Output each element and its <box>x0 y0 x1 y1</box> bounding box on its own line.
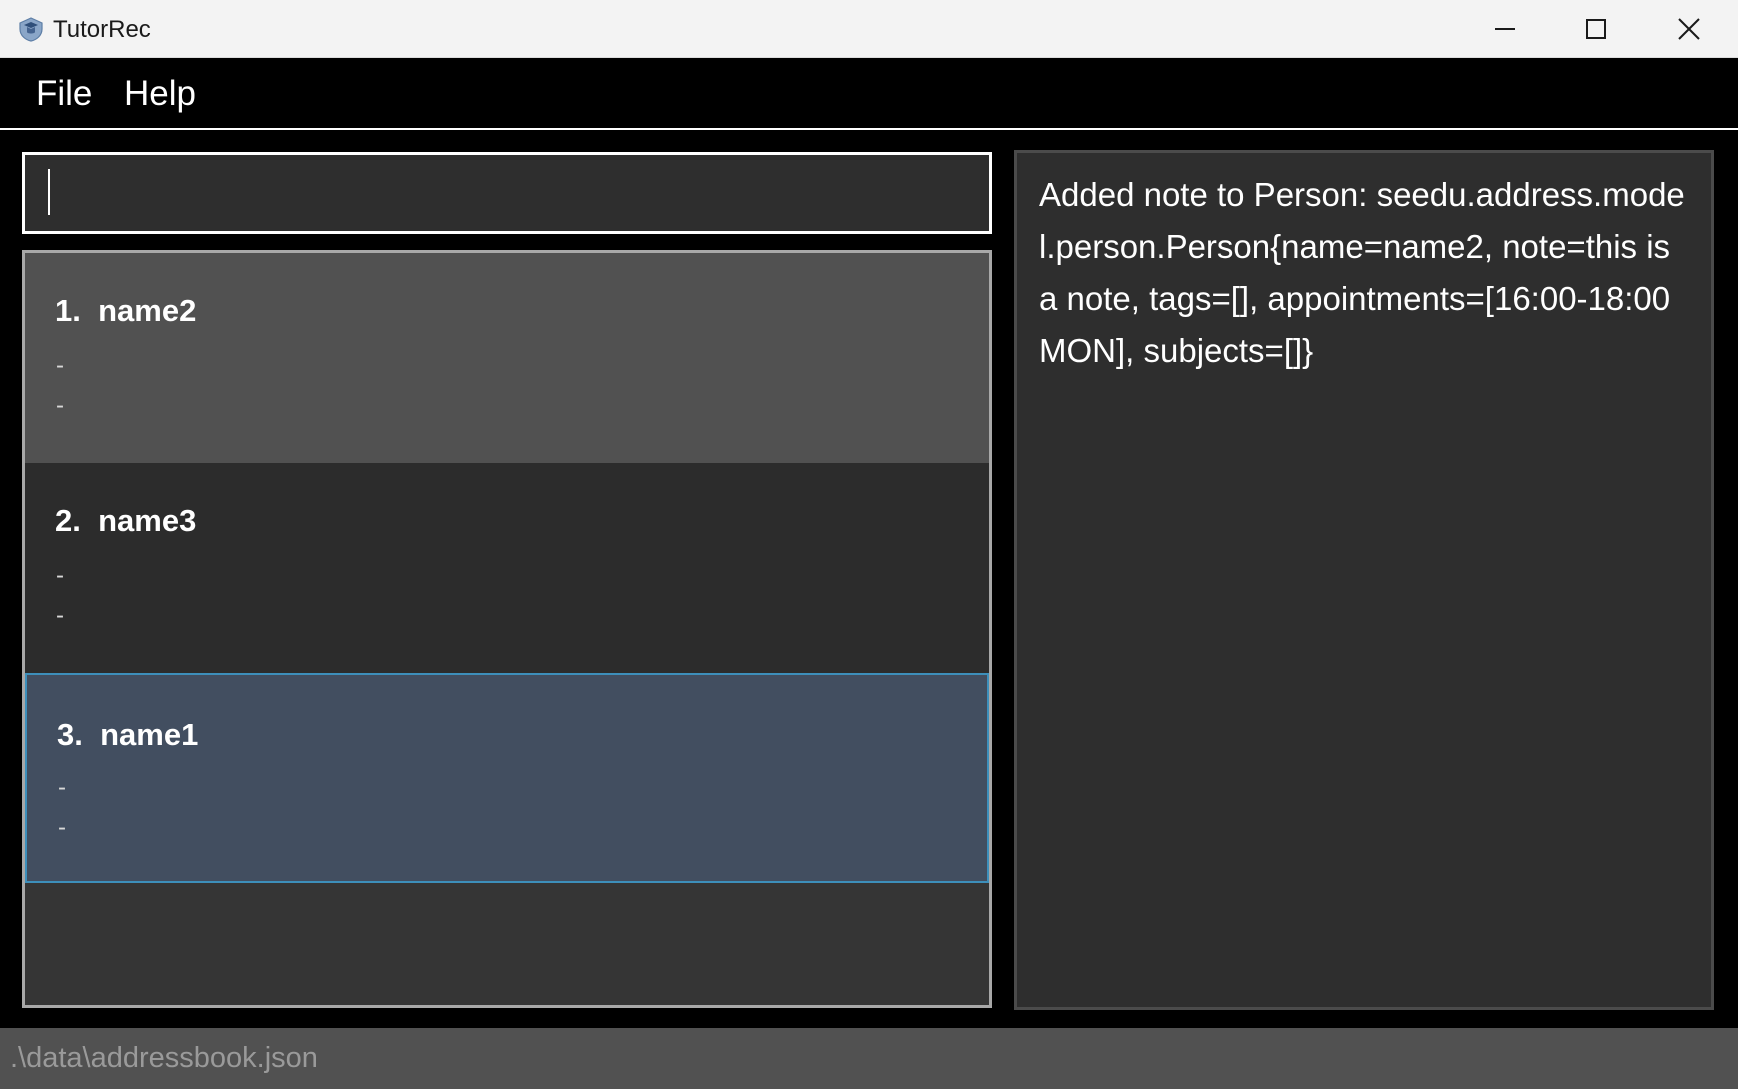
minimize-icon <box>1495 28 1515 30</box>
window-title: TutorRec <box>53 16 151 43</box>
menu-file[interactable]: File <box>36 74 92 114</box>
person-name: name1 <box>100 717 199 752</box>
person-detail: - <box>58 774 66 801</box>
person-detail: - <box>56 392 64 419</box>
result-message: Added note to Person: seedu.address.mode… <box>1039 176 1685 369</box>
person-card-title: 1. name2 <box>55 291 196 331</box>
app-icon <box>19 17 43 42</box>
person-card-title: 3. name1 <box>57 715 198 755</box>
title-bar[interactable]: TutorRec <box>0 0 1738 58</box>
command-input[interactable] <box>45 165 969 223</box>
person-detail: - <box>56 562 64 589</box>
close-icon <box>1678 18 1700 40</box>
person-card[interactable]: 1. name2 - - <box>25 253 989 463</box>
status-bar: .\data\addressbook.json <box>0 1028 1738 1089</box>
maximize-button[interactable] <box>1551 0 1641 58</box>
person-detail: - <box>56 602 64 629</box>
person-name: name3 <box>98 503 197 538</box>
command-box[interactable] <box>22 152 992 234</box>
person-index: 2. <box>55 503 81 538</box>
result-display[interactable]: Added note to Person: seedu.address.mode… <box>1014 150 1714 1010</box>
menu-bar: File Help <box>0 58 1738 130</box>
person-list[interactable]: 1. name2 - - 2. name3 - - 3. name1 - - <box>22 250 992 1008</box>
person-detail: - <box>58 814 66 841</box>
person-card-selected[interactable]: 3. name1 - - <box>25 673 989 883</box>
text-caret <box>48 169 50 215</box>
menu-help[interactable]: Help <box>124 74 196 114</box>
person-name: name2 <box>98 293 197 328</box>
person-index: 1. <box>55 293 81 328</box>
person-card-title: 2. name3 <box>55 501 196 541</box>
app-window: TutorRec File Help 1. name2 - - 2. name3… <box>0 0 1738 1089</box>
person-detail: - <box>56 352 64 379</box>
close-button[interactable] <box>1644 0 1734 58</box>
maximize-icon <box>1586 19 1606 39</box>
person-card[interactable]: 2. name3 - - <box>25 463 989 673</box>
person-index: 3. <box>57 717 83 752</box>
minimize-button[interactable] <box>1460 0 1550 58</box>
save-location: .\data\addressbook.json <box>10 1042 318 1074</box>
